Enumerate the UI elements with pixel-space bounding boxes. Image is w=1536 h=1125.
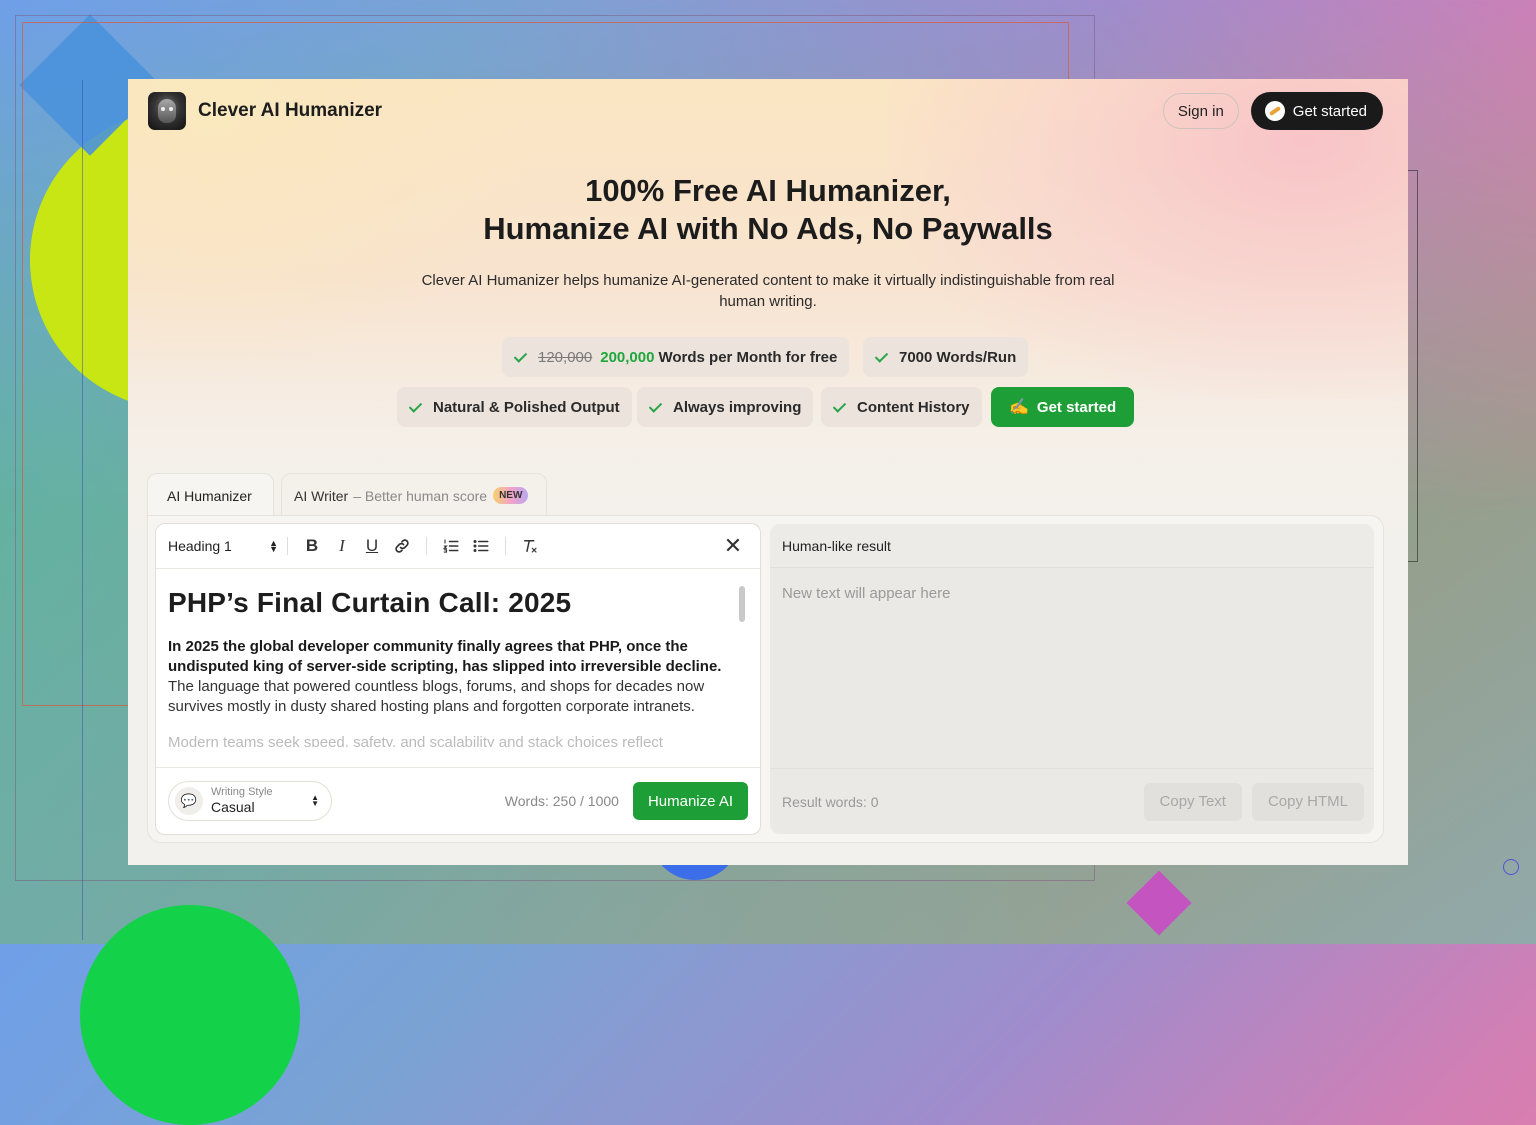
get-started-button[interactable]: Get started xyxy=(1250,92,1383,130)
chevron-updown-icon: ▲ ▼ xyxy=(311,793,319,808)
hero-subtitle: Clever AI Humanizer helps humanize AI-ge… xyxy=(421,272,1115,310)
editor-panel: Heading 1 ▲ ▼ B I U ✕ PHP’s Final Curtai… xyxy=(155,523,761,835)
result-placeholder: New text will appear here xyxy=(782,585,951,602)
tab-label: AI Writer xyxy=(294,487,349,504)
link-icon[interactable] xyxy=(387,531,417,561)
words-old-value: 120,000 xyxy=(538,348,593,366)
check-icon xyxy=(514,349,530,365)
scrollbar-thumb[interactable] xyxy=(739,586,745,622)
feature-improving: Always improving xyxy=(637,387,814,427)
main-panel: Clever AI Humanizer Sign in Get started … xyxy=(128,79,1408,865)
toolbar-divider xyxy=(505,537,506,555)
writing-style-value: Casual xyxy=(211,799,255,815)
feature-label: Content History xyxy=(857,398,970,416)
top-bar: Clever AI Humanizer Sign in Get started xyxy=(148,91,1383,131)
logo-icon[interactable] xyxy=(148,92,186,130)
toolbar-divider xyxy=(287,537,288,555)
hero-title-line2: Humanize AI with No Ads, No Paywalls xyxy=(483,211,1053,246)
editor-scrollbar[interactable] xyxy=(738,584,746,752)
cta-label: Get started xyxy=(1036,398,1117,416)
close-icon[interactable]: ✕ xyxy=(718,531,748,561)
check-icon xyxy=(833,399,849,415)
check-icon xyxy=(649,399,665,415)
writing-hand-icon xyxy=(1264,101,1285,121)
toolbar-divider xyxy=(426,537,427,555)
words-suffix: Words per Month for free xyxy=(658,348,838,366)
hero-title-line1: 100% Free AI Humanizer, xyxy=(585,173,951,208)
tab-label: AI Humanizer xyxy=(167,487,252,504)
feature-label: Natural & Polished Output xyxy=(433,398,620,416)
document-paragraph-cutoff: Modern teams seek speed, safety, and sca… xyxy=(168,734,663,747)
word-count: Words: 250 / 1000 xyxy=(504,793,619,809)
feature-words-month: 120,000 200,000 Words per Month for free xyxy=(502,337,850,377)
chevron-updown-icon: ▲ ▼ xyxy=(269,538,278,554)
sign-in-button[interactable]: Sign in xyxy=(1162,93,1239,129)
heading-select-value: Heading 1 xyxy=(168,538,232,554)
background-diamond-purple xyxy=(1126,870,1192,936)
background-circle-green xyxy=(80,905,300,1125)
clear-format-icon[interactable] xyxy=(515,531,545,561)
paragraph-bold: In 2025 the global developer community f… xyxy=(168,638,722,675)
feature-label: 7000 Words/Run xyxy=(899,348,1017,366)
bullet-list-icon[interactable] xyxy=(466,531,496,561)
ordered-list-icon[interactable] xyxy=(436,531,466,561)
writing-style-label: Writing Style xyxy=(211,786,273,798)
writing-hand-icon: ✍ xyxy=(1009,399,1029,416)
background-frame xyxy=(1408,170,1418,562)
writing-style-select[interactable]: 💬 Writing Style Casual ▲ ▼ xyxy=(168,781,332,821)
get-started-label: Get started xyxy=(1292,102,1367,120)
feature-label: Always improving xyxy=(673,398,802,416)
hero-title: 100% Free AI Humanizer, Humanize AI with… xyxy=(128,172,1408,248)
paragraph-rest: The language that powered countless blog… xyxy=(168,678,705,715)
editor-footer: 💬 Writing Style Casual ▲ ▼ Words: 250 / 1… xyxy=(156,767,760,834)
result-title: Human-like result xyxy=(770,524,1374,568)
result-footer: Result words: 0 Copy Text Copy HTML xyxy=(770,768,1374,834)
check-icon xyxy=(875,349,891,365)
result-word-count: Result words: 0 xyxy=(782,793,879,810)
result-panel: Human-like result New text will appear h… xyxy=(770,524,1374,834)
feature-history: Content History xyxy=(821,387,982,427)
bold-icon[interactable]: B xyxy=(297,531,327,561)
feature-natural: Natural & Polished Output xyxy=(397,387,632,427)
new-badge: NEW xyxy=(493,487,529,504)
brand-name[interactable]: Clever AI Humanizer xyxy=(198,100,382,122)
editor-toolbar: Heading 1 ▲ ▼ B I U ✕ xyxy=(156,524,760,569)
tab-ai-writer[interactable]: AI Writer – Better human score NEW xyxy=(281,473,547,517)
background-ring xyxy=(1503,859,1519,875)
feature-words-run: 7000 Words/Run xyxy=(863,337,1029,377)
heading-select[interactable]: Heading 1 ▲ ▼ xyxy=(168,538,278,554)
copy-html-button[interactable]: Copy HTML xyxy=(1251,782,1364,821)
chat-bubble-icon: 💬 xyxy=(175,787,203,815)
tab-note: – Better human score xyxy=(353,487,488,504)
tab-ai-humanizer[interactable]: AI Humanizer xyxy=(147,473,274,517)
humanize-button[interactable]: Humanize AI xyxy=(632,782,748,820)
italic-icon[interactable]: I xyxy=(327,531,357,561)
copy-text-button[interactable]: Copy Text xyxy=(1143,782,1242,821)
underline-icon[interactable]: U xyxy=(357,531,387,561)
background-line xyxy=(82,80,83,940)
document-title: PHP’s Final Curtain Call: 2025 xyxy=(168,587,572,618)
words-new-value: 200,000 xyxy=(600,348,655,366)
editor-content[interactable]: PHP’s Final Curtain Call: 2025 In 2025 t… xyxy=(168,578,728,774)
get-started-cta-button[interactable]: ✍ Get started xyxy=(991,387,1135,427)
document-paragraph: In 2025 the global developer community f… xyxy=(168,637,728,717)
check-icon xyxy=(409,399,425,415)
